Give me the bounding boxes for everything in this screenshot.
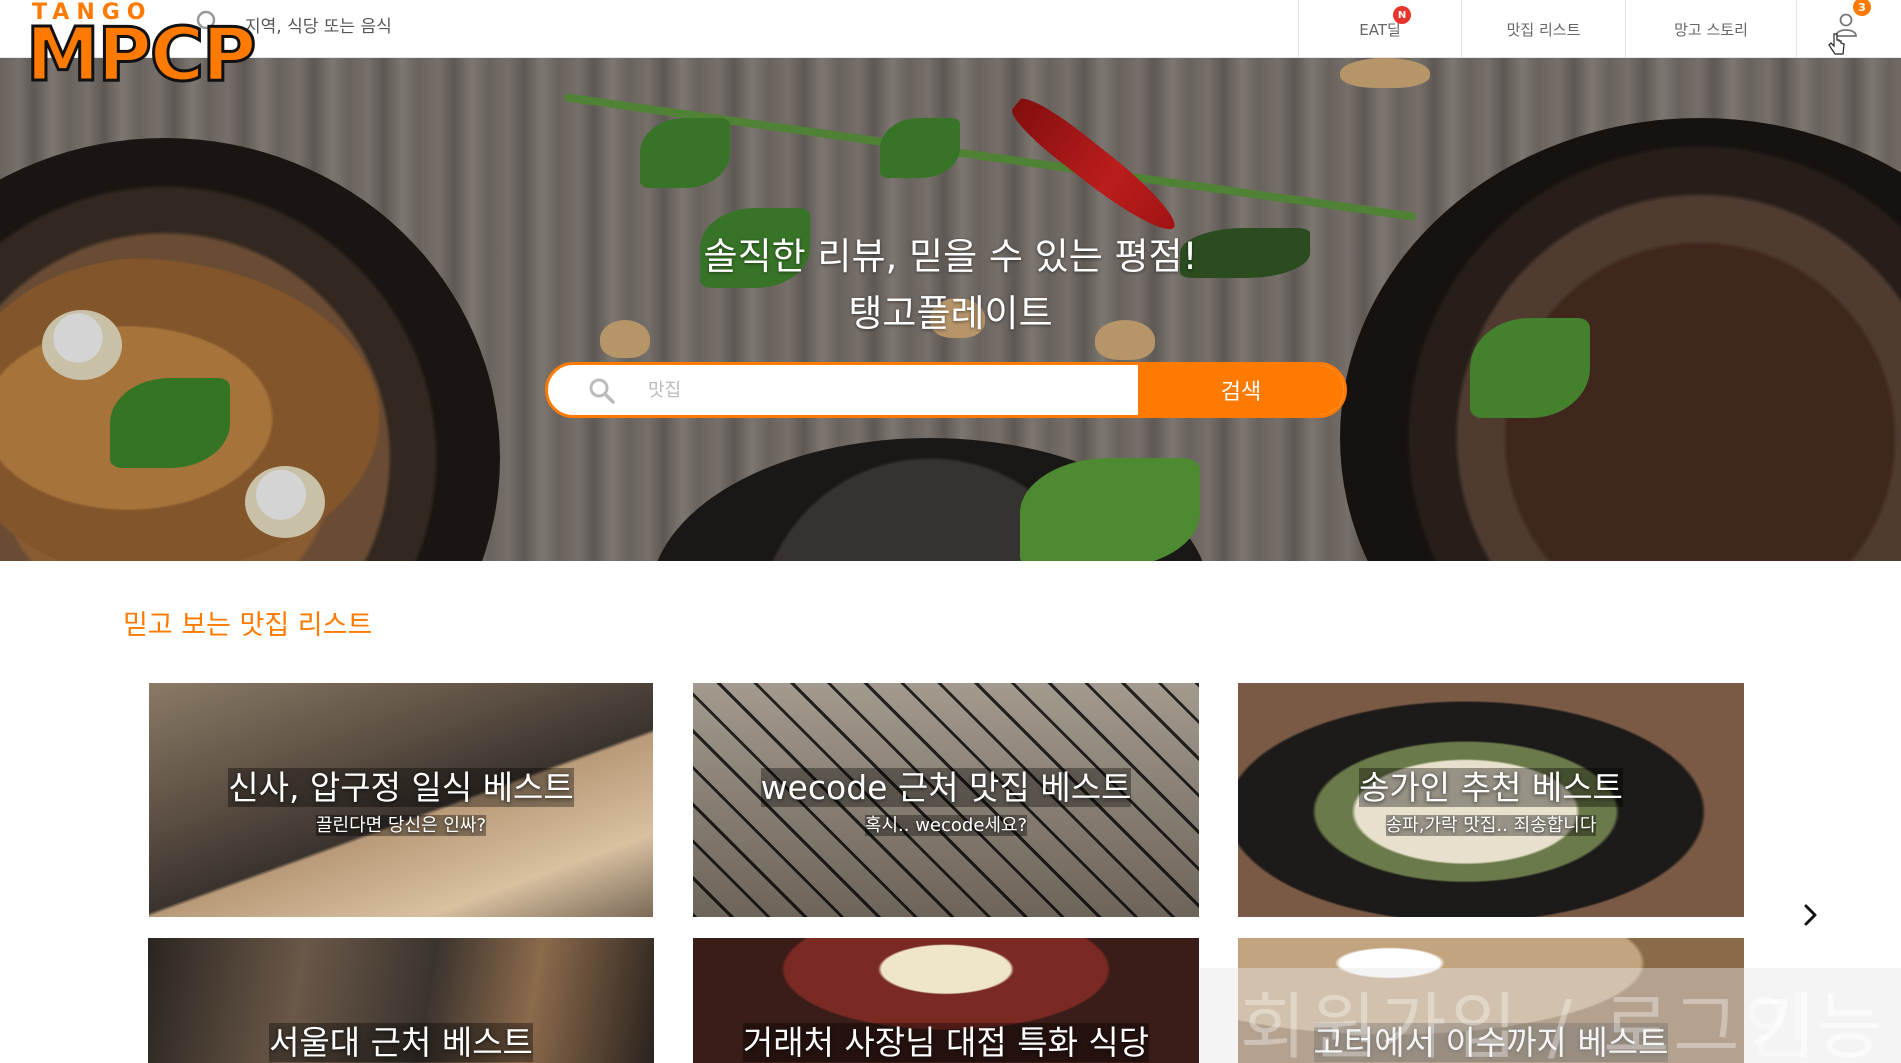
card-title: 서울대 근처 베스트: [269, 1023, 533, 1062]
logo[interactable]: TANGO MPCP: [24, 0, 257, 94]
overlay-watermark-tail: 기능: [1750, 985, 1883, 1063]
hero-search-bar: 검색: [545, 362, 1347, 418]
search-button[interactable]: 검색: [1138, 365, 1344, 415]
list-card[interactable]: 거래처 사장님 대접 특화 식당: [693, 938, 1199, 1063]
cursor-icon: [1828, 33, 1845, 55]
hero-title-line1: 솔직한 리뷰, 믿을 수 있는 평점!: [703, 235, 1198, 278]
search-icon: [589, 378, 615, 404]
section-title: 믿고 보는 맛집 리스트: [123, 610, 373, 641]
header-search-input[interactable]: 지역, 식당 또는 음식: [245, 12, 392, 37]
list-card[interactable]: 신사, 압구정 일식 베스트 끌린다면 당신은 인싸?: [149, 683, 653, 917]
list-card[interactable]: wecode 근처 맛집 베스트 혹시.. wecode세요?: [693, 683, 1199, 917]
nav-eat-deal[interactable]: EAT딜 N: [1298, 0, 1461, 58]
logo-mpcp-text: MPCP: [24, 12, 257, 98]
hero-search-input[interactable]: [648, 365, 1168, 415]
card-subtitle: 송파,가락 맛집.. 죄송합니다: [1385, 815, 1597, 836]
card-subtitle: 끌린다면 당신은 인싸?: [315, 815, 487, 836]
nav-mango-story-label: 망고 스토리: [1674, 20, 1748, 39]
card-title: 신사, 압구정 일식 베스트: [228, 768, 574, 807]
notification-badge: 3: [1853, 0, 1871, 16]
hero-title-line2: 탱고플레이트: [848, 292, 1053, 335]
hero-title: 솔직한 리뷰, 믿을 수 있는 평점! 탱고플레이트: [0, 228, 1901, 342]
list-card[interactable]: 송가인 추천 베스트 송파,가락 맛집.. 죄송합니다: [1238, 683, 1744, 917]
main-nav: EAT딜 N 맛집 리스트 망고 스토리 3: [1298, 0, 1901, 58]
card-title: 거래처 사장님 대접 특화 식당: [742, 1023, 1150, 1062]
card-title: wecode 근처 맛집 베스트: [760, 768, 1132, 807]
nav-restaurant-list[interactable]: 맛집 리스트: [1461, 0, 1625, 58]
nav-mango-story[interactable]: 망고 스토리: [1625, 0, 1796, 58]
nav-restaurant-list-label: 맛집 리스트: [1506, 20, 1581, 39]
page: 지역, 식당 또는 음식 EAT딜 N 맛집 리스트 망고 스토리 3 TANG…: [0, 0, 1901, 1063]
chevron-right-icon[interactable]: [1800, 902, 1822, 928]
nav-user[interactable]: 3: [1796, 0, 1901, 58]
new-badge: N: [1393, 6, 1411, 24]
nav-eat-deal-label: EAT딜: [1359, 20, 1401, 39]
card-title: 송가인 추천 베스트: [1359, 768, 1623, 807]
overlay-watermark: 회원가입 / 로그인: [1240, 985, 1814, 1063]
card-subtitle: 혹시.. wecode세요?: [864, 815, 1028, 836]
top-header: 지역, 식당 또는 음식 EAT딜 N 맛집 리스트 망고 스토리 3: [0, 0, 1901, 58]
list-card[interactable]: 서울대 근처 베스트: [148, 938, 654, 1063]
